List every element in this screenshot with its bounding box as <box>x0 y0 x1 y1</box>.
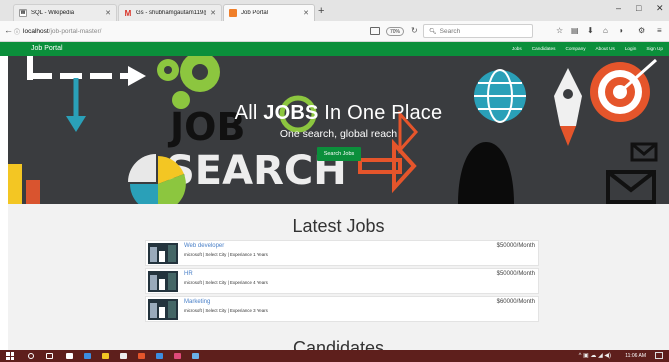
hero-banner: JOB SEARCH All JOBS In One Place One sea… <box>8 56 669 204</box>
tab-job-portal[interactable]: Job Portal ✕ <box>223 4 315 21</box>
bookmark-star-icon[interactable]: ☆ <box>556 26 563 35</box>
browser-tab-bar: W SQL - Wikipedia ✕ M Gs - shubhamgautam… <box>0 0 669 21</box>
extension-icon[interactable]: ⚙ <box>638 26 645 35</box>
browser-toolbar: ← ⓘ localhost/job-portal-master/ 70% ↻ 🔍… <box>0 21 669 42</box>
maximize-icon[interactable]: □ <box>636 3 641 13</box>
nav-company[interactable]: Company <box>565 46 585 51</box>
window-close-icon[interactable]: ✕ <box>656 3 664 14</box>
tab-gmail[interactable]: M Gs - shubhamgautam119@... ✕ <box>118 4 222 21</box>
bar-illustration <box>8 164 22 204</box>
job-meta: microsoft | Select City | Experiance 4 Y… <box>184 280 268 285</box>
job-thumbnail-image <box>148 243 178 264</box>
search-placeholder: Search <box>439 27 461 35</box>
reader-view-icon[interactable] <box>370 27 380 35</box>
pocket-icon[interactable]: ◗ <box>619 26 624 35</box>
site-brand[interactable]: Job Portal <box>31 45 63 52</box>
site-nav-links: Jobs Candidates Company About Us Login S… <box>502 46 663 51</box>
person-silhouette-illustration <box>458 142 514 204</box>
job-thumbnail-image <box>148 271 178 292</box>
minimize-icon[interactable]: – <box>616 3 621 13</box>
address-bar[interactable]: ⓘ localhost/job-portal-master/ <box>14 24 364 38</box>
url-path: /job-portal-master/ <box>48 27 102 35</box>
hero-title-bold: JOBS <box>263 102 319 124</box>
windows-taskbar: ^ ▣ ☁ ◢ ◀) 11:06 AM <box>0 350 669 362</box>
back-arrow-icon[interactable]: ← <box>4 25 13 35</box>
clock-time[interactable]: 11:06 AM <box>625 353 646 359</box>
search-jobs-button[interactable]: Search Jobs <box>317 147 361 161</box>
reload-icon[interactable]: ↻ <box>411 26 418 35</box>
job-card[interactable]: HR microsoft | Select City | Experiance … <box>145 268 539 294</box>
job-title-link[interactable]: Marketing <box>184 299 210 305</box>
nav-about-us[interactable]: About Us <box>596 46 615 51</box>
windows-start-icon[interactable] <box>6 352 14 360</box>
latest-jobs-section: Latest Jobs Web developer microsoft | Se… <box>8 204 669 358</box>
nav-jobs[interactable]: Jobs <box>512 46 522 51</box>
close-icon[interactable]: ✕ <box>210 9 216 17</box>
nav-login[interactable]: Login <box>625 46 636 51</box>
app-icon[interactable] <box>156 353 163 359</box>
job-title-link[interactable]: HR <box>184 271 193 277</box>
site-navbar: Job Portal Jobs Candidates Company About… <box>0 42 669 56</box>
job-salary: $60000/Month <box>496 299 535 305</box>
tab-sql-wikipedia[interactable]: W SQL - Wikipedia ✕ <box>13 4 117 21</box>
url-host: localhost <box>23 27 49 35</box>
library-icon[interactable]: ▤ <box>571 26 579 35</box>
downloads-icon[interactable]: ⬇ <box>587 26 594 35</box>
menu-icon[interactable]: ≡ <box>657 26 662 35</box>
job-salary: $50000/Month <box>496 271 535 277</box>
zoom-indicator[interactable]: 70% <box>386 27 405 36</box>
search-icon[interactable] <box>28 353 34 359</box>
file-explorer-icon[interactable] <box>102 353 109 359</box>
job-title-link[interactable]: Web developer <box>184 243 224 249</box>
nav-sign-up[interactable]: Sign Up <box>646 46 663 51</box>
job-card[interactable]: Web developer microsoft | Select City | … <box>145 240 539 266</box>
search-input[interactable]: 🔍︎ Search <box>423 24 533 38</box>
job-meta: microsoft | Select City | Experiance 1 Y… <box>184 252 268 257</box>
job-meta: microsoft | Select City | Experiance 3 Y… <box>184 308 268 313</box>
wikipedia-favicon-icon: W <box>19 9 27 17</box>
hero-title-suffix: In One Place <box>318 102 443 124</box>
info-icon[interactable]: ⓘ <box>14 27 20 36</box>
nav-candidates[interactable]: Candidates <box>532 46 556 51</box>
app-icon[interactable] <box>174 353 181 359</box>
firefox-icon[interactable] <box>138 353 145 359</box>
gmail-favicon-icon: M <box>124 8 132 18</box>
latest-jobs-title: Latest Jobs <box>292 216 385 236</box>
job-card[interactable]: Marketing microsoft | Select City | Expe… <box>145 296 539 322</box>
task-view-icon[interactable] <box>46 353 53 359</box>
tab-label: SQL - Wikipedia <box>31 10 75 16</box>
search-icon: 🔍︎ <box>429 28 437 35</box>
tab-label: Gs - shubhamgautam119@... <box>136 10 206 16</box>
tab-label: Job Portal <box>241 10 269 16</box>
bar-illustration <box>26 180 40 204</box>
job-portal-favicon-icon <box>229 9 237 17</box>
store-icon[interactable] <box>120 353 127 359</box>
job-salary: $50000/Month <box>496 243 535 249</box>
hero-title: All JOBS In One Place <box>8 102 669 125</box>
home-icon[interactable]: ⌂ <box>603 26 608 35</box>
system-tray-icons[interactable]: ^ ▣ ☁ ◢ ◀) <box>579 352 611 359</box>
new-tab-icon[interactable]: + <box>318 4 324 18</box>
orange-arrows-illustration <box>358 110 419 194</box>
close-icon[interactable]: ✕ <box>105 9 111 17</box>
envelope-illustration <box>606 142 658 204</box>
hero-subtitle: One search, global reach <box>279 128 398 140</box>
hero-title-prefix: All <box>234 102 264 124</box>
close-icon[interactable]: ✕ <box>303 9 309 17</box>
edge-icon[interactable] <box>84 353 91 359</box>
chrome-icon[interactable] <box>66 353 73 359</box>
job-thumbnail-image <box>148 299 178 320</box>
notification-icon[interactable] <box>655 352 663 359</box>
app-icon[interactable] <box>192 353 199 359</box>
